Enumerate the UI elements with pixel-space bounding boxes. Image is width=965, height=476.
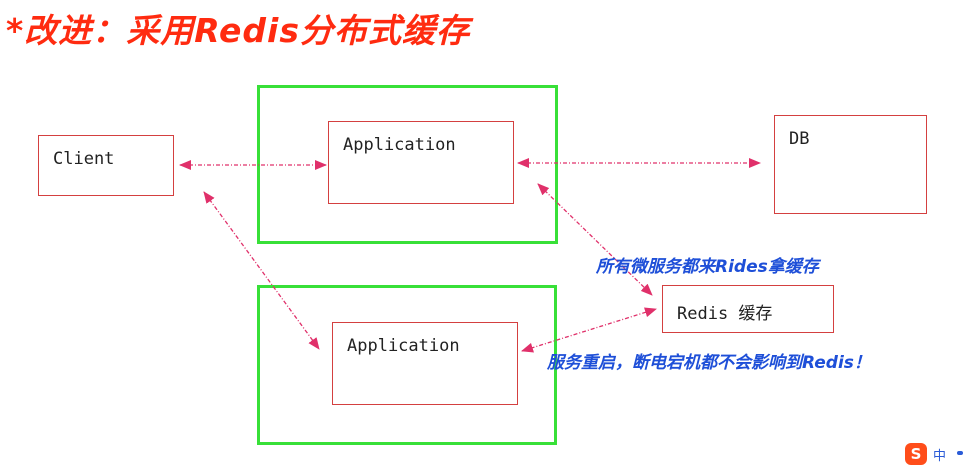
ime-language-label: 中 [933, 449, 947, 464]
note-restart: 服务重启，断电宕机都不会影响到Redis！ [547, 353, 871, 373]
note-all-services: 所有微服务都来Rides拿缓存 [596, 257, 819, 277]
arrow-client-app-bottom [203, 191, 320, 350]
ime-punctuation-icon [957, 451, 963, 455]
input-method-indicator[interactable]: S 中 [905, 441, 965, 467]
arrow-app-top-redis [537, 183, 653, 296]
sogou-icon: S [905, 443, 927, 465]
arrow-app-bottom-redis [521, 307, 657, 353]
connector-arrows [179, 158, 761, 353]
